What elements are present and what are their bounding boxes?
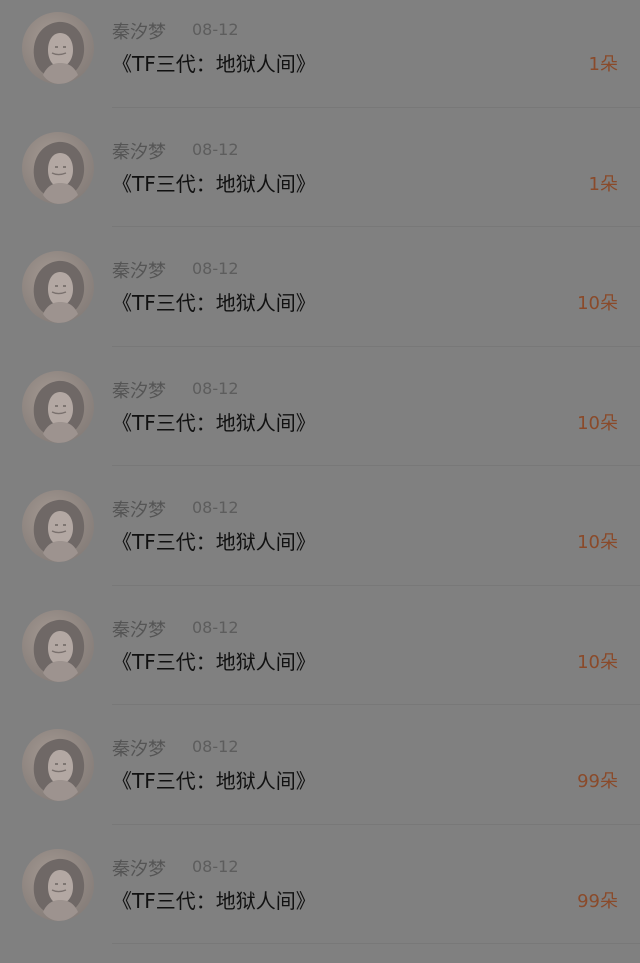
user-avatar-illustration — [33, 260, 85, 323]
user-avatar-illustration — [33, 380, 85, 443]
user-avatar-illustration — [33, 21, 85, 84]
book-title: 《TF三代：地狱人间》 — [112, 888, 316, 913]
gift-date: 08-12 — [192, 856, 239, 876]
gift-amount: 10朵 — [577, 412, 618, 434]
gift-amount: 10朵 — [577, 651, 618, 673]
row-divider — [112, 465, 640, 466]
row-divider — [112, 345, 640, 347]
sender-name: 秦汐梦 — [112, 141, 166, 163]
gift-record-row[interactable]: 秦汐梦 08-12 《TF三代：地狱人间》 99朵 — [0, 717, 640, 837]
user-avatar[interactable] — [22, 12, 94, 84]
book-title: 《TF三代：地狱人间》 — [112, 291, 316, 315]
gift-amount: 99朵 — [577, 890, 618, 912]
gift-date: 08-12 — [192, 737, 239, 756]
book-title: 《TF三代：地狱人间》 — [112, 52, 316, 76]
row-divider — [112, 226, 640, 227]
user-avatar[interactable] — [22, 251, 94, 323]
book-title: 《TF三代：地狱人间》 — [112, 410, 316, 435]
row-divider — [112, 584, 640, 586]
sender-name: 秦汐梦 — [112, 619, 166, 641]
gift-amount: 10朵 — [577, 293, 618, 314]
gift-record-row[interactable]: 秦汐梦 08-12 《TF三代：地狱人间》 10朵 — [0, 478, 640, 598]
gift-record-row[interactable]: 秦汐梦 08-12 《TF三代：地狱人间》 10朵 — [0, 598, 640, 718]
sender-name: 秦汐梦 — [112, 500, 166, 521]
sender-name: 秦汐梦 — [112, 739, 166, 760]
gift-amount: 1朵 — [588, 54, 618, 75]
user-avatar[interactable] — [22, 490, 94, 562]
gift-record-list: 秦汐梦 08-12 《TF三代：地狱人间》 1朵 秦汐梦 08-12 《TF三代… — [0, 0, 640, 963]
gift-record-row[interactable]: 秦汐梦 08-12 《TF三代：地狱人间》 1朵 — [0, 0, 640, 120]
gift-date: 08-12 — [192, 498, 239, 517]
user-avatar-illustration — [33, 499, 85, 562]
user-avatar-illustration — [33, 141, 85, 204]
row-divider — [112, 823, 640, 825]
user-avatar[interactable] — [22, 729, 94, 801]
user-avatar-illustration — [33, 619, 85, 682]
gift-date: 08-12 — [192, 259, 239, 278]
user-avatar-illustration — [33, 738, 85, 801]
user-avatar[interactable] — [22, 848, 94, 921]
gift-date: 08-12 — [192, 139, 239, 159]
book-title: 《TF三代：地狱人间》 — [112, 649, 316, 674]
book-title: 《TF三代：地狱人间》 — [112, 530, 316, 554]
gift-record-row[interactable]: 秦汐梦 08-12 《TF三代：地狱人间》 10朵 — [0, 239, 640, 359]
sender-name: 秦汐梦 — [112, 858, 166, 880]
gift-record-row[interactable]: 秦汐梦 08-12 《TF三代：地狱人间》 1朵 — [0, 120, 640, 240]
gift-record-row[interactable]: 秦汐梦 08-12 《TF三代：地狱人间》 99朵 — [0, 837, 640, 957]
user-avatar[interactable] — [22, 609, 94, 682]
user-avatar-illustration — [33, 858, 85, 921]
sender-name: 秦汐梦 — [112, 261, 166, 282]
gift-date: 08-12 — [192, 617, 239, 637]
row-divider — [112, 106, 640, 108]
user-avatar[interactable] — [22, 131, 94, 204]
sender-name: 秦汐梦 — [112, 380, 166, 402]
gift-amount: 99朵 — [577, 771, 618, 792]
gift-amount: 10朵 — [577, 532, 618, 553]
user-avatar[interactable] — [22, 370, 94, 443]
book-title: 《TF三代：地狱人间》 — [112, 171, 316, 196]
gift-date: 08-12 — [192, 378, 239, 398]
gift-record-row[interactable]: 秦汐梦 08-12 《TF三代：地狱人间》 10朵 — [0, 359, 640, 479]
row-divider — [112, 704, 640, 705]
sender-name: 秦汐梦 — [112, 22, 166, 43]
row-divider — [112, 943, 640, 944]
gift-amount: 1朵 — [588, 173, 618, 195]
gift-date: 08-12 — [192, 20, 239, 39]
book-title: 《TF三代：地狱人间》 — [112, 769, 316, 793]
